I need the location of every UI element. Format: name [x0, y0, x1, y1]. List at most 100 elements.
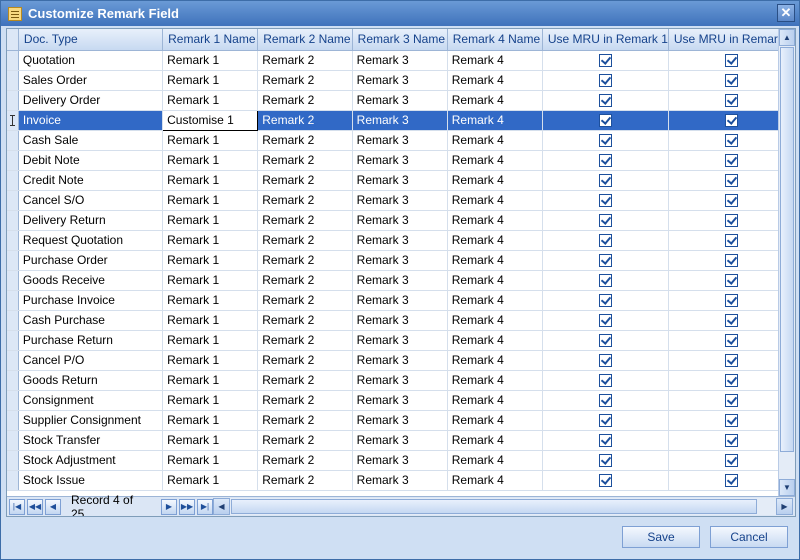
next-page-button[interactable]: ▶▶ [179, 498, 195, 515]
remark-4-cell[interactable]: Remark 4 [447, 290, 543, 311]
remark-2-cell[interactable]: Remark 2 [257, 430, 353, 451]
remark-2-cell[interactable]: Remark 2 [257, 410, 353, 431]
remark-2-cell[interactable]: Remark 2 [257, 50, 353, 71]
mru-1-checkbox[interactable] [598, 114, 612, 128]
remark-3-cell[interactable]: Remark 3 [352, 130, 448, 151]
close-button[interactable]: ✕ [777, 4, 795, 22]
row-indicator[interactable] [7, 450, 19, 471]
doc-type-cell[interactable]: Quotation [18, 50, 164, 71]
mru-2-checkbox[interactable] [724, 94, 738, 108]
horizontal-scrollbar[interactable]: ◀ ▶ [213, 498, 793, 515]
remark-1-cell[interactable]: Remark 1 [162, 70, 259, 91]
column-header-mru-2[interactable]: Use MRU in Remark 2 [668, 29, 795, 51]
row-indicator[interactable] [7, 110, 19, 131]
column-header-remark-3[interactable]: Remark 3 Name [352, 29, 448, 51]
column-header-remark-2[interactable]: Remark 2 Name [257, 29, 353, 51]
remark-1-cell[interactable]: Remark 1 [162, 350, 259, 371]
mru-2-checkbox[interactable] [724, 174, 738, 188]
remark-3-cell[interactable]: Remark 3 [352, 310, 448, 331]
table-row[interactable]: Stock Adjustment Remark 1 Remark 2 Remark 3… [7, 450, 795, 471]
table-row[interactable]: Credit Note Remark 1 Remark 2 Remark 3 Remar… [7, 170, 795, 191]
remark-1-cell[interactable]: Remark 1 [162, 270, 259, 291]
table-row[interactable]: Request Quotation Remark 1 Remark 2 Remark … [7, 230, 795, 251]
remark-2-cell[interactable]: Remark 2 [257, 330, 353, 351]
doc-type-cell[interactable]: Cancel S/O [18, 190, 164, 211]
doc-type-cell[interactable]: Cash Purchase [18, 310, 164, 331]
mru-1-checkbox[interactable] [598, 254, 612, 268]
row-indicator[interactable] [7, 210, 19, 231]
row-indicator[interactable] [7, 130, 19, 151]
mru-1-checkbox[interactable] [598, 474, 612, 488]
remark-3-cell[interactable]: Remark 3 [352, 330, 448, 351]
table-row[interactable]: Supplier Consignment Remark 1 Remark 2 Rema… [7, 410, 795, 431]
mru-2-checkbox[interactable] [724, 334, 738, 348]
remark-grid[interactable]: Doc. Type Remark 1 Name Remark 2 Name Re… [6, 28, 796, 517]
remark-2-cell[interactable]: Remark 2 [257, 230, 353, 251]
doc-type-cell[interactable]: Purchase Order [18, 250, 164, 271]
row-indicator[interactable] [7, 50, 19, 71]
doc-type-cell[interactable]: Invoice [18, 110, 164, 131]
remark-4-cell[interactable]: Remark 4 [447, 390, 543, 411]
doc-type-cell[interactable]: Delivery Return [18, 210, 164, 231]
mru-1-checkbox[interactable] [598, 214, 612, 228]
remark-4-cell[interactable]: Remark 4 [447, 110, 543, 131]
remark-2-cell[interactable]: Remark 2 [257, 70, 353, 91]
mru-1-checkbox[interactable] [598, 234, 612, 248]
table-row[interactable]: Debit Note Remark 1 Remark 2 Remark 3 Remark… [7, 150, 795, 171]
mru-2-checkbox[interactable] [724, 74, 738, 88]
remark-3-cell[interactable]: Remark 3 [352, 390, 448, 411]
mru-1-checkbox[interactable] [598, 454, 612, 468]
remark-2-cell[interactable]: Remark 2 [257, 390, 353, 411]
remark-4-cell[interactable]: Remark 4 [447, 250, 543, 271]
row-indicator[interactable] [7, 230, 19, 251]
remark-1-cell[interactable]: Remark 1 [162, 390, 259, 411]
remark-3-cell[interactable]: Remark 3 [352, 70, 448, 91]
remark-1-cell[interactable]: Remark 1 [162, 210, 259, 231]
doc-type-cell[interactable]: Credit Note [18, 170, 164, 191]
mru-1-checkbox[interactable] [598, 74, 612, 88]
remark-2-cell[interactable]: Remark 2 [257, 350, 353, 371]
table-row[interactable]: Sales Order Remark 1 Remark 2 Remark 3 Remar… [7, 70, 795, 91]
remark-4-cell[interactable]: Remark 4 [447, 470, 543, 491]
remark-3-cell[interactable]: Remark 3 [352, 450, 448, 471]
remark-2-cell[interactable]: Remark 2 [257, 110, 353, 131]
remark-1-cell[interactable]: Remark 1 [162, 90, 259, 111]
remark-1-cell[interactable]: Customise 1 [162, 109, 259, 131]
doc-type-cell[interactable]: Sales Order [18, 70, 164, 91]
mru-1-checkbox[interactable] [598, 394, 612, 408]
remark-4-cell[interactable]: Remark 4 [447, 350, 543, 371]
table-row[interactable]: Cash Sale Remark 1 Remark 2 Remark 3 Remark … [7, 130, 795, 151]
doc-type-cell[interactable]: Purchase Invoice [18, 290, 164, 311]
table-row[interactable]: Consignment Remark 1 Remark 2 Remark 3 Remar… [7, 390, 795, 411]
scroll-right-button[interactable]: ▶ [776, 498, 793, 515]
column-header-doc-type[interactable]: Doc. Type [18, 29, 164, 51]
next-record-button[interactable]: ▶ [161, 498, 177, 515]
remark-1-cell[interactable]: Remark 1 [162, 150, 259, 171]
row-indicator[interactable] [7, 290, 19, 311]
row-indicator[interactable] [7, 410, 19, 431]
remark-2-cell[interactable]: Remark 2 [257, 250, 353, 271]
mru-1-checkbox[interactable] [598, 314, 612, 328]
table-row[interactable]: Delivery Order Remark 1 Remark 2 Remark 3 Re… [7, 90, 795, 111]
column-header-remark-4[interactable]: Remark 4 Name [447, 29, 543, 51]
vertical-scrollbar[interactable]: ▲ ▼ [778, 29, 795, 497]
doc-type-cell[interactable]: Stock Transfer [18, 430, 164, 451]
mru-2-checkbox[interactable] [724, 194, 738, 208]
table-row[interactable]: Goods Receive Remark 1 Remark 2 Remark 3 Rem… [7, 270, 795, 291]
row-indicator[interactable] [7, 90, 19, 111]
mru-2-checkbox[interactable] [724, 114, 738, 128]
remark-3-cell[interactable]: Remark 3 [352, 370, 448, 391]
remark-3-cell[interactable]: Remark 3 [352, 170, 448, 191]
row-indicator[interactable] [7, 470, 19, 491]
remark-4-cell[interactable]: Remark 4 [447, 310, 543, 331]
remark-1-cell[interactable]: Remark 1 [162, 410, 259, 431]
table-row[interactable]: Cancel S/O Remark 1 Remark 2 Remark 3 Remark… [7, 190, 795, 211]
save-button[interactable]: Save [622, 526, 700, 548]
remark-2-cell[interactable]: Remark 2 [257, 450, 353, 471]
table-row[interactable]: Cash Purchase Remark 1 Remark 2 Remark 3 Rem… [7, 310, 795, 331]
remark-1-cell[interactable]: Remark 1 [162, 330, 259, 351]
remark-4-cell[interactable]: Remark 4 [447, 330, 543, 351]
remark-4-cell[interactable]: Remark 4 [447, 430, 543, 451]
remark-1-cell[interactable]: Remark 1 [162, 50, 259, 71]
remark-4-cell[interactable]: Remark 4 [447, 50, 543, 71]
